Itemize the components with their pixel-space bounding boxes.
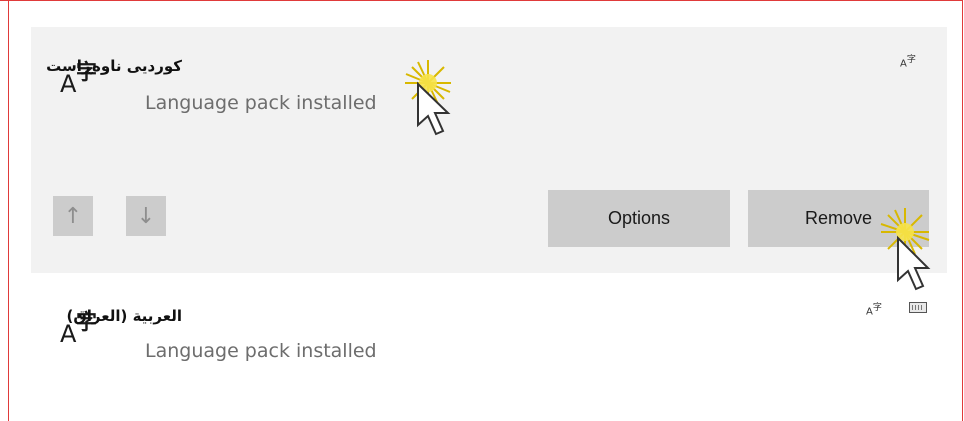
language-pack-icon: A字	[866, 303, 882, 318]
language-status: Language pack installed	[145, 340, 377, 362]
keyboard-icon	[909, 302, 927, 313]
move-up-button[interactable]: ↑	[53, 196, 93, 236]
language-status: Language pack installed	[145, 92, 377, 114]
click-highlight-cursor-icon	[880, 208, 931, 291]
options-button[interactable]: Options	[548, 190, 730, 247]
language-name: العربية (العراق)	[66, 307, 182, 325]
frame-left-edge	[8, 0, 9, 421]
move-down-button[interactable]: ↓	[126, 196, 166, 236]
language-pack-icon: A字	[900, 55, 916, 70]
click-highlight-cursor-icon	[405, 60, 451, 136]
language-name: کوردیی ناوەڕاست	[46, 57, 182, 75]
